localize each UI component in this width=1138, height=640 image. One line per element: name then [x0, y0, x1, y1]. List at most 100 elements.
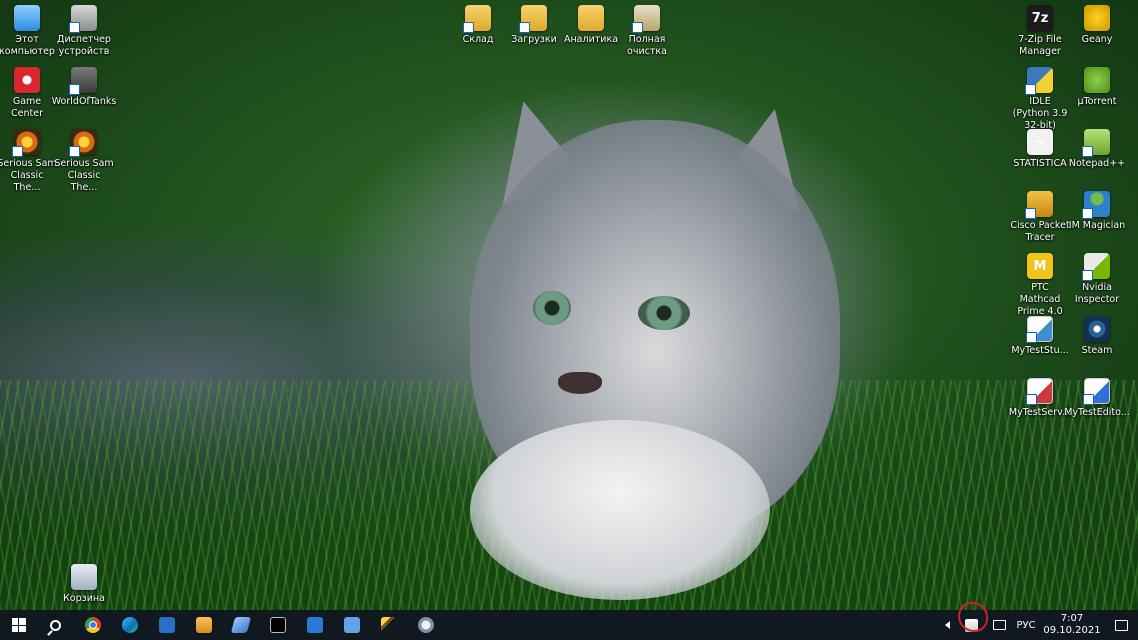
desktop-icon-idle[interactable]: IDLE (Python 3.9 32-bit) — [1010, 67, 1070, 132]
taskbar-powershell[interactable] — [148, 610, 185, 640]
packet-tracer-icon — [417, 617, 434, 633]
cisco-packet-tracer-icon — [1025, 191, 1053, 219]
game-center-icon — [14, 67, 40, 93]
taskbar-wand-app[interactable] — [370, 610, 407, 640]
powershell-icon — [158, 617, 175, 633]
taskbar-packet-tracer[interactable] — [407, 610, 444, 640]
desktop-icon-mytest-student[interactable]: MyTestStu... — [1010, 316, 1070, 357]
taskbar-visual-studio[interactable] — [296, 610, 333, 640]
desktop-icon-geany[interactable]: Geany — [1067, 5, 1127, 46]
mail-app-icon — [343, 617, 360, 633]
taskbar-mail-app[interactable] — [333, 610, 370, 640]
wallpaper-cat-eye-left — [533, 291, 571, 325]
card-app-icon — [230, 617, 251, 633]
notifications-button[interactable] — [1104, 610, 1138, 640]
geany-icon — [1084, 5, 1110, 31]
desktop-icon-im-magician[interactable]: IM Magician — [1067, 191, 1127, 232]
network-button[interactable] — [986, 610, 1012, 640]
mathcad-icon: M — [1027, 253, 1053, 279]
desktop-icon-label: Диспетчер устройств — [57, 34, 111, 57]
network-icon — [992, 620, 1006, 630]
serious-sam-icon — [69, 129, 97, 157]
desktop-icon-label: Cisco Packet Tracer — [1010, 220, 1070, 243]
desktop-icon-statistica[interactable]: ~ STATISTICA — [1010, 129, 1070, 170]
desktop-icon-label: IDLE (Python 3.9 32-bit) — [1012, 96, 1068, 131]
taskbar-chrome[interactable] — [74, 610, 111, 640]
desktop-icon-label: µTorrent — [1077, 96, 1117, 107]
tray-app-button[interactable] — [956, 602, 988, 640]
desktop-icon-label: Загрузки — [511, 34, 557, 45]
desktop-icon-label: Полная очистка — [627, 34, 667, 57]
desktop-icon-serious-sam-1[interactable]: Serious Sam Classic The... — [0, 129, 57, 194]
desktop-icon-utorrent[interactable]: µTorrent — [1067, 67, 1127, 108]
search-button[interactable] — [37, 610, 74, 640]
highlight-circle — [958, 602, 988, 632]
desktop-icon-analytics[interactable]: Аналитика — [561, 5, 621, 46]
show-hidden-icons-button[interactable] — [938, 610, 956, 640]
desktop-icon-label: MyTestServ... — [1008, 407, 1072, 418]
desktop-icon-serious-sam-2[interactable]: Serious Sam Classic The... — [54, 129, 114, 194]
desktop-icon-sklad[interactable]: Склад — [448, 5, 508, 46]
start-button[interactable] — [0, 610, 37, 640]
taskbar-media-player[interactable] — [185, 610, 222, 640]
desktop-icon-full-cleanup[interactable]: Полная очистка — [617, 5, 677, 58]
desktop-icon-label: Game Center — [11, 96, 43, 119]
downloads-folder-icon — [519, 5, 547, 33]
desktop-icon-label: Serious Sam Classic The... — [54, 158, 114, 193]
notification-icon — [1114, 619, 1128, 631]
desktop-icon-mytest-server[interactable]: MyTestServ... — [1008, 378, 1072, 419]
desktop-icon-label: Notepad++ — [1068, 158, 1126, 169]
media-player-icon — [195, 617, 212, 633]
clock-date: 09.10.2021 — [1043, 625, 1101, 636]
desktop-icon-recycle-bin[interactable]: Корзина — [54, 564, 114, 605]
desktop-icon-label: Steam — [1081, 345, 1113, 356]
visual-studio-icon — [306, 617, 323, 633]
taskbar-command-prompt[interactable] — [259, 610, 296, 640]
folder-icon — [578, 5, 604, 31]
desktop-icon-notepadpp[interactable]: Notepad++ — [1067, 129, 1127, 170]
folder-icon — [463, 5, 491, 33]
taskbar-card-app[interactable] — [222, 610, 259, 640]
desktop-icon-world-of-tanks[interactable]: WorldOfTanks — [51, 67, 117, 108]
desktop-icon-label: Аналитика — [563, 34, 619, 45]
desktop-icon-this-pc[interactable]: Этот компьютер — [0, 5, 57, 58]
desktop: Этот компьютер Диспетчер устройств Game … — [0, 0, 1138, 610]
desktop-icon-device-manager[interactable]: Диспетчер устройств — [54, 5, 114, 58]
desktop-icon-game-center[interactable]: Game Center — [0, 67, 57, 120]
this-pc-icon — [14, 5, 40, 31]
desktop-icon-label: WorldOfTanks — [51, 96, 117, 107]
desktop-icon-label: MyTestStu... — [1011, 345, 1069, 356]
desktop-icon-nvidia-inspector[interactable]: Nvidia Inspector — [1067, 253, 1127, 306]
desktop-icon-label: IM Magician — [1068, 220, 1126, 231]
clock-time: 7:07 — [1060, 613, 1084, 624]
command-prompt-icon — [269, 617, 286, 633]
desktop-icon-7zip[interactable]: 7z 7-Zip File Manager — [1010, 5, 1070, 58]
utorrent-icon — [1084, 67, 1110, 93]
clock[interactable]: 7:07 09.10.2021 — [1040, 610, 1104, 640]
language-indicator[interactable]: РУС — [1012, 610, 1040, 640]
mytest-server-icon — [1026, 378, 1053, 405]
chrome-icon — [84, 617, 101, 633]
world-of-tanks-icon — [69, 67, 97, 95]
desktop-icon-mytest-editor[interactable]: MyTestEdito... — [1064, 378, 1130, 419]
desktop-icon-label: Serious Sam Classic The... — [0, 158, 57, 193]
wallpaper-cat-chest — [470, 420, 770, 600]
steam-icon — [1084, 316, 1110, 342]
taskbar-edge[interactable] — [111, 610, 148, 640]
device-manager-icon — [69, 5, 97, 33]
search-icon — [50, 619, 61, 631]
recycle-bin-icon — [71, 564, 97, 590]
cleanup-icon — [632, 5, 660, 33]
desktop-icon-cisco[interactable]: Cisco Packet Tracer — [1010, 191, 1070, 244]
desktop-icon-mathcad[interactable]: M PTC Mathcad Prime 4.0 — [1010, 253, 1070, 318]
edge-icon — [121, 617, 138, 633]
desktop-icon-steam[interactable]: Steam — [1067, 316, 1127, 357]
wand-app-icon — [380, 617, 397, 633]
mytest-editor-icon — [1083, 378, 1110, 405]
system-tray: РУС 7:07 09.10.2021 — [938, 602, 1138, 640]
taskbar: РУС 7:07 09.10.2021 — [0, 602, 1138, 640]
desktop-icon-label: 7-Zip File Manager — [1018, 34, 1062, 57]
desktop-icon-label: PTC Mathcad Prime 4.0 — [1017, 282, 1063, 317]
desktop-icon-downloads[interactable]: Загрузки — [504, 5, 564, 46]
wallpaper-cat-eye-right — [638, 296, 690, 330]
